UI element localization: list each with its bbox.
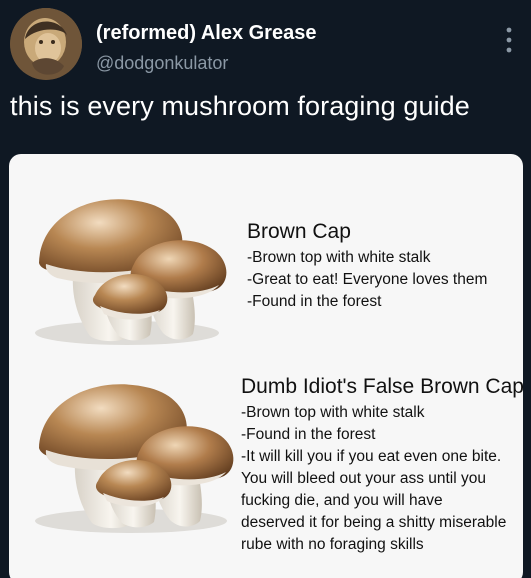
brown-cap-line-3: -Found in the forest	[247, 293, 382, 310]
false-brown-cap-line-2: -Found in the forest	[241, 426, 376, 443]
brown-cap-title: Brown Cap	[247, 220, 351, 243]
user-handle[interactable]: @dodgonkulator	[96, 53, 228, 74]
tweet-page: (reformed) Alex Grease @dodgonkulator th…	[0, 0, 531, 578]
more-vertical-icon[interactable]	[505, 26, 513, 54]
false-brown-cap-line-1: -Brown top with white stalk	[241, 404, 425, 421]
tweet-header: (reformed) Alex Grease @dodgonkulator	[10, 8, 521, 80]
brown-cap-entry: Brown Cap -Brown top with white stalk -G…	[247, 220, 517, 313]
false-brown-cap-line-3: -It will kill you if you eat even one bi…	[241, 448, 507, 553]
tweet-text: this is every mushroom foraging guide	[10, 91, 470, 121]
avatar-image	[10, 8, 82, 80]
display-name[interactable]: (reformed) Alex Grease	[96, 22, 316, 45]
mushroom-guide-image[interactable]: Brown Cap -Brown top with white stalk -G…	[9, 154, 523, 578]
false-brown-cap-title: Dumb Idiot's False Brown Cap	[241, 375, 523, 398]
false-brown-cap-mushroom-icon	[35, 384, 234, 533]
avatar[interactable]	[10, 8, 82, 80]
brown-cap-line-1: -Brown top with white stalk	[247, 249, 431, 266]
false-brown-cap-entry: Dumb Idiot's False Brown Cap -Brown top …	[241, 375, 523, 556]
brown-cap-line-2: -Great to eat! Everyone loves them	[247, 271, 488, 288]
brown-cap-mushroom-icon	[35, 199, 227, 345]
